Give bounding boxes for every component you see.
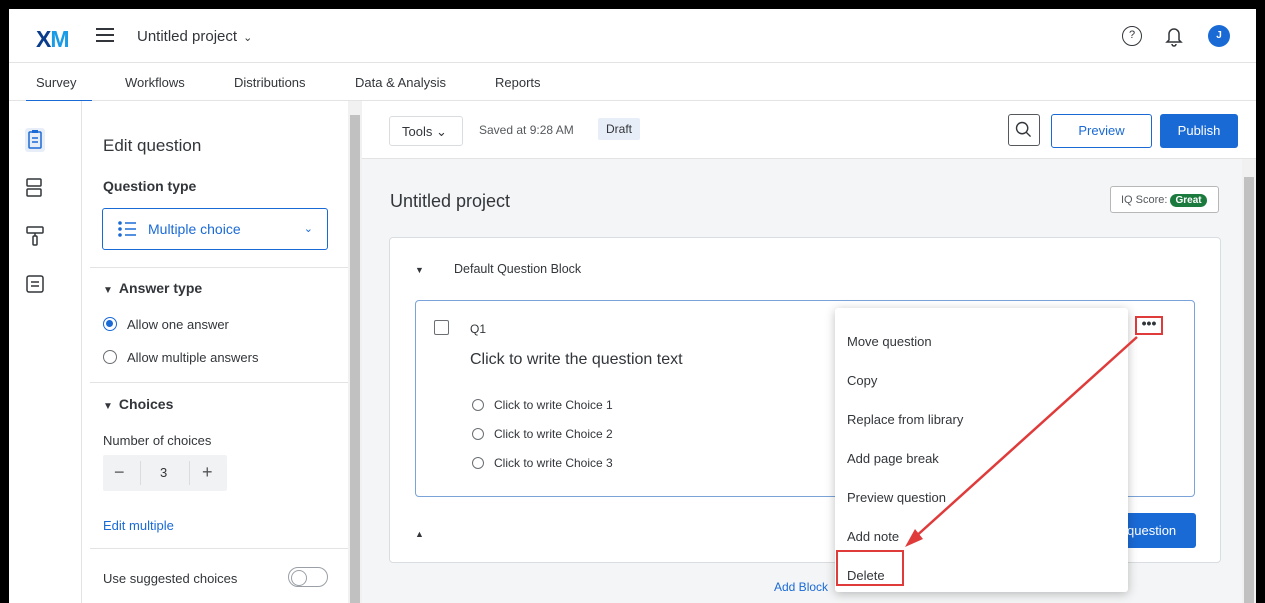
project-title-dropdown[interactable]: Untitled project ⌄ — [137, 28, 252, 45]
divider — [90, 267, 348, 268]
number-of-choices-value[interactable]: 3 — [160, 465, 167, 480]
menu-item-add-page-break[interactable]: Add page break — [847, 451, 939, 466]
caret-down-icon: ▼ — [103, 401, 113, 412]
divider — [90, 548, 348, 549]
question-type-select[interactable]: Multiple choice ⌄ — [102, 208, 328, 250]
edit-question-panel: Edit question Question type Multiple cho… — [82, 101, 348, 603]
radio-selected-icon — [103, 317, 117, 331]
allow-one-answer-radio[interactable]: Allow one answer — [103, 317, 229, 332]
question-type-value: Multiple choice — [148, 221, 241, 237]
chevron-down-icon: ⌄ — [303, 223, 313, 235]
menu-item-add-note[interactable]: Add note — [847, 529, 899, 544]
survey-flow-icon[interactable] — [23, 176, 47, 200]
use-suggested-choices-label: Use suggested choices — [103, 571, 238, 586]
survey-toolbar: Tools ⌄ Saved at 9:28 AM Draft Preview P… — [362, 101, 1256, 159]
edit-multiple-link[interactable]: Edit multiple — [103, 518, 174, 533]
more-options-icon[interactable]: ••• — [1135, 316, 1163, 335]
survey-builder-icon[interactable] — [23, 128, 47, 152]
answer-type-toggle[interactable]: ▼ Answer type — [103, 280, 202, 296]
xm-logo[interactable]: XM — [36, 26, 70, 53]
left-rail — [9, 101, 82, 603]
caret-up-icon[interactable]: ▲ — [415, 529, 424, 539]
choice-label: Click to write Choice 2 — [494, 427, 613, 441]
answer-type-label: Answer type — [118, 280, 203, 296]
stepper-separator — [189, 461, 190, 485]
divider — [90, 382, 348, 383]
menu-item-preview-question[interactable]: Preview question — [847, 490, 946, 505]
tools-label: Tools — [402, 124, 433, 139]
hamburger-menu-icon[interactable] — [96, 28, 114, 42]
caret-down-icon[interactable]: ▼ — [415, 265, 424, 275]
decrement-button[interactable]: − — [114, 462, 125, 483]
question-text[interactable]: Click to write the question text — [470, 351, 683, 369]
choice-label: Click to write Choice 3 — [494, 456, 613, 470]
number-of-choices-label: Number of choices — [103, 433, 212, 448]
tools-button[interactable]: Tools ⌄ — [389, 116, 463, 146]
survey-title[interactable]: Untitled project — [390, 191, 510, 212]
stepper-separator — [140, 461, 141, 485]
tab-survey[interactable]: Survey — [25, 75, 94, 102]
question-checkbox[interactable] — [434, 320, 449, 335]
choices-toggle[interactable]: ▼ Choices — [103, 396, 173, 412]
number-of-choices-stepper: − 3 + — [103, 455, 227, 491]
draft-badge: Draft — [598, 118, 641, 140]
choice-label: Click to write Choice 1 — [494, 398, 613, 412]
main-tabs: Survey Workflows Distributions Data & An… — [9, 63, 1256, 102]
preview-button[interactable]: Preview — [1051, 114, 1152, 148]
caret-down-icon: ▼ — [103, 285, 113, 296]
question-number: Q1 — [470, 322, 487, 336]
edit-panel-scrollbar[interactable] — [348, 101, 362, 603]
radio-empty-icon — [472, 457, 484, 469]
bell-icon[interactable] — [1164, 25, 1184, 47]
choice-item[interactable]: Click to write Choice 1 — [472, 398, 613, 412]
delete-highlight-box — [836, 550, 904, 586]
tab-distributions[interactable]: Distributions — [234, 75, 306, 90]
top-bar: XM Untitled project ⌄ ? J — [9, 9, 1256, 63]
look-and-feel-icon[interactable] — [23, 224, 47, 248]
block-title[interactable]: Default Question Block — [454, 262, 581, 276]
increment-button[interactable]: + — [202, 462, 213, 483]
project-title: Untitled project — [137, 28, 238, 45]
list-icon — [118, 221, 136, 237]
add-question-button[interactable]: question — [1117, 513, 1196, 548]
radio-empty-icon — [103, 350, 117, 364]
iq-score-value: Great — [1170, 194, 1207, 207]
allow-multiple-answers-radio[interactable]: Allow multiple answers — [103, 350, 259, 365]
chevron-down-icon: ⌄ — [243, 32, 253, 44]
chevron-down-icon: ⌄ — [435, 124, 447, 139]
survey-options-icon[interactable] — [23, 272, 47, 296]
iq-score-label: IQ Score: — [1121, 194, 1168, 206]
menu-item-copy[interactable]: Copy — [847, 373, 877, 388]
publish-button[interactable]: Publish — [1160, 114, 1238, 148]
menu-item-replace-from-library[interactable]: Replace from library — [847, 412, 963, 427]
radio-empty-icon — [472, 428, 484, 440]
iq-score-badge[interactable]: IQ Score: Great — [1110, 186, 1219, 213]
scrollbar-thumb[interactable] — [1244, 177, 1254, 603]
scrollbar-thumb[interactable] — [350, 115, 360, 603]
search-icon[interactable] — [1008, 114, 1040, 146]
allow-multiple-answers-label: Allow multiple answers — [127, 350, 259, 365]
choice-item[interactable]: Click to write Choice 2 — [472, 427, 613, 441]
add-block-link[interactable]: Add Block — [774, 580, 828, 594]
saved-status: Saved at 9:28 AM — [479, 123, 574, 137]
question-type-label: Question type — [103, 178, 197, 194]
canvas-scrollbar[interactable] — [1242, 159, 1256, 603]
choices-label: Choices — [118, 396, 174, 412]
allow-one-answer-label: Allow one answer — [127, 317, 229, 332]
use-suggested-choices-toggle[interactable] — [288, 567, 328, 587]
radio-empty-icon — [472, 399, 484, 411]
tab-reports[interactable]: Reports — [495, 75, 541, 90]
choice-item[interactable]: Click to write Choice 3 — [472, 456, 613, 470]
help-icon[interactable]: ? — [1122, 26, 1142, 46]
edit-question-title: Edit question — [103, 136, 202, 155]
avatar[interactable]: J — [1208, 25, 1230, 47]
tab-data-analysis[interactable]: Data & Analysis — [355, 75, 446, 90]
menu-item-move-question[interactable]: Move question — [847, 334, 932, 349]
app-frame: XM Untitled project ⌄ ? J Survey Workflow… — [9, 9, 1256, 603]
tab-workflows[interactable]: Workflows — [125, 75, 185, 90]
